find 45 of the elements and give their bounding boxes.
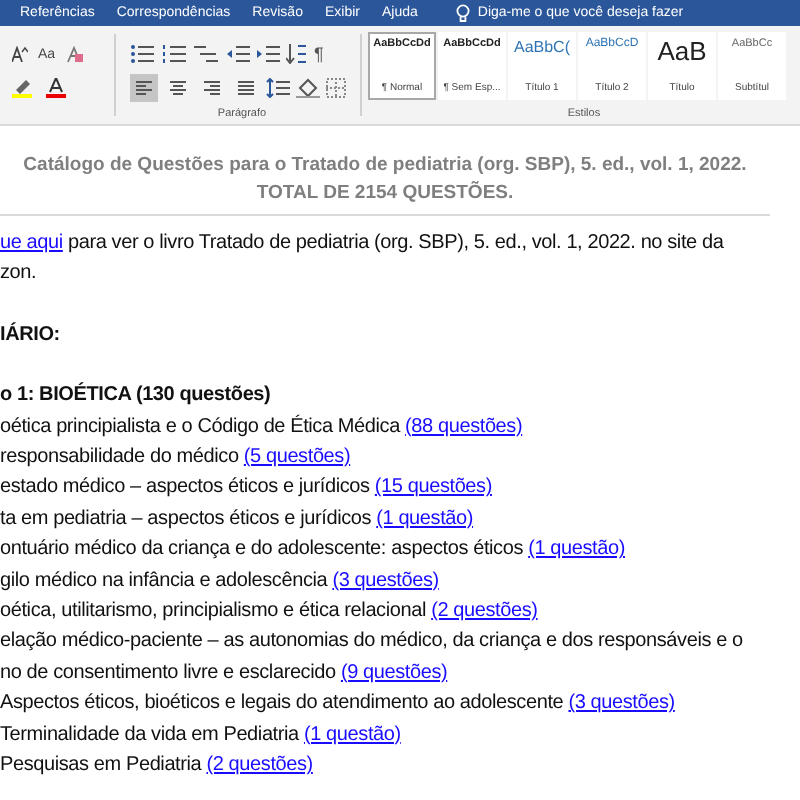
list-item-text: ta em pediatria – aspectos éticos e jurídicos (1 questão) xyxy=(0,505,476,534)
line-spacing-icon[interactable] xyxy=(266,78,290,98)
numbered-list-icon[interactable] xyxy=(162,44,188,64)
style-preview: AaBbC( xyxy=(513,38,570,56)
link[interactable]: (1 questão) xyxy=(376,507,474,530)
link[interactable]: (1 questão) xyxy=(528,538,625,561)
list-item-text: ontuário médico da criança e do adolescente: aspectos éticos (1 questão) xyxy=(0,536,627,565)
sort-icon[interactable] xyxy=(286,44,308,64)
heading-text: IÁRIO: xyxy=(0,320,62,350)
list-item-text: gilo médico na infância e adolescência (3 questões) xyxy=(0,567,441,596)
document-title: TOTAL DE 2154 QUESTÕES. xyxy=(254,180,516,208)
document-title: Catálogo de Questões para o Tratado de pediatria (org. SBP), 5. ed., vol. 1, 2022. xyxy=(21,152,749,180)
list-item-text: Aspectos éticos, bioéticos e legais do atendimento ao adolescente (3 questões) xyxy=(0,690,677,719)
list-item-text: oética principialista e o Código de Ética Médica (88 questões) xyxy=(0,412,525,442)
link[interactable]: (3 questões) xyxy=(568,692,675,715)
font-color-icon[interactable] xyxy=(46,78,70,98)
link[interactable]: (15 questões) xyxy=(374,476,492,499)
list-item-text: oética, utilitarismo, principialismo e ética relacional (2 questões) xyxy=(0,598,540,627)
list-item-text: estado médico – aspectos éticos e jurídicos (15 questões) xyxy=(0,474,494,503)
show-marks-button[interactable]: ¶ xyxy=(314,44,324,64)
decrease-indent-icon[interactable] xyxy=(226,44,250,64)
borders-icon[interactable] xyxy=(326,78,346,98)
list-item-text: no de consentimento livre e esclarecido (9 questões) xyxy=(0,659,450,688)
list-item-text: responsabilidade do médico (5 questões) xyxy=(0,444,353,473)
list-item-text: elação médico-paciente – as autonomias do médico, da criança e dos responsáveis e o xyxy=(0,628,745,657)
multilevel-list-icon[interactable] xyxy=(194,44,220,64)
link[interactable]: (3 questões) xyxy=(332,569,439,592)
heading-text: o 1: BIOÉTICA (130 questões) xyxy=(0,380,273,411)
bullet-list-icon[interactable] xyxy=(130,44,156,64)
list-item-text: Terminalidade da vida em Pediatria (1 questão) xyxy=(0,721,403,750)
link[interactable]: (9 questões) xyxy=(340,661,448,684)
link[interactable]: (2 questões) xyxy=(206,754,313,777)
link[interactable]: (2 questões) xyxy=(431,600,538,623)
align-left-icon[interactable] xyxy=(130,74,158,102)
link[interactable]: ue aqui xyxy=(0,232,63,254)
style-preview: AaB xyxy=(657,38,707,66)
lightbulb-icon[interactable] xyxy=(455,3,470,23)
paragraph-text: ue aqui para ver o livro Tratado de pediatria (org. SBP), 5. ed., vol. 1, 2022. no site da xyxy=(0,230,726,258)
increase-indent-icon[interactable] xyxy=(256,44,280,64)
link[interactable]: (5 questões) xyxy=(243,446,351,469)
link[interactable]: (88 questões) xyxy=(405,415,523,438)
highlighter-icon[interactable] xyxy=(12,78,36,98)
link[interactable]: (1 questão) xyxy=(303,723,401,746)
paragraph-text: zon. xyxy=(0,260,39,289)
list-item-text: Pesquisas em Pediatria (2 questões) xyxy=(0,752,315,781)
